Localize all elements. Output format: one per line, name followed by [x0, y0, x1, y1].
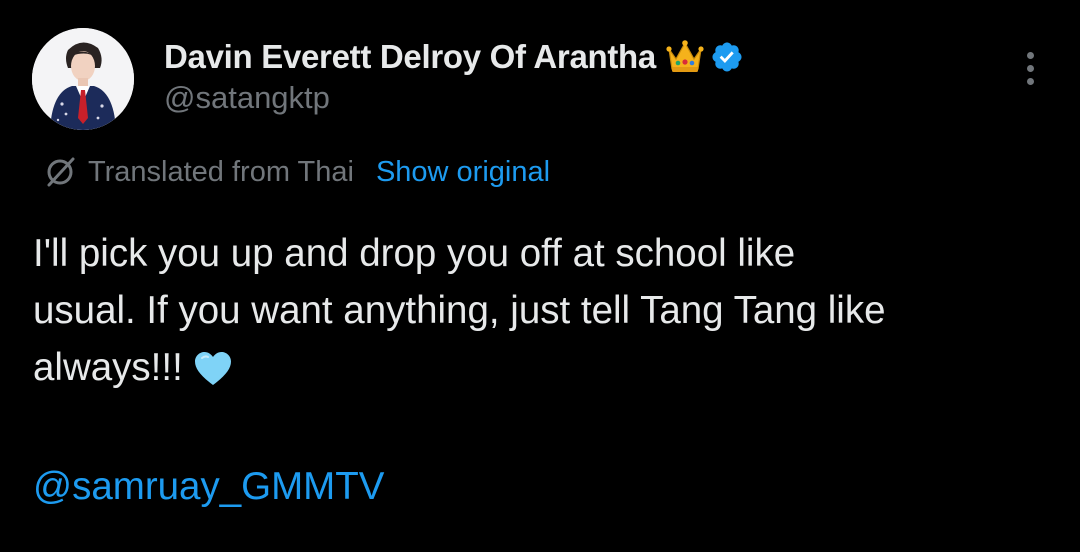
translated-from-label: Translated from Thai [88, 155, 354, 188]
mention-link[interactable]: @samruay_GMMTV [33, 458, 384, 515]
show-original-link[interactable]: Show original [376, 156, 550, 189]
tweet-text-line-last: always!!! [33, 339, 1053, 396]
more-vertical-icon [1026, 51, 1034, 59]
tweet-text-line: I'll pick you up and drop you off at sch… [33, 232, 796, 275]
tweet-card: Davin Everett Delroy Of Arantha @satangk… [0, 0, 1080, 552]
light-blue-heart-icon [193, 347, 233, 385]
avatar[interactable] [32, 28, 134, 130]
tweet-text-line: usual. If you want anything, just tell T… [33, 289, 886, 332]
more-vertical-icon [1026, 77, 1034, 85]
translation-bar: Translated from Thai Show original [44, 152, 550, 192]
verified-badge-icon[interactable] [710, 40, 744, 74]
tweet-body: I'll pick you up and drop you off at sch… [33, 225, 1053, 396]
author-name-row[interactable]: Davin Everett Delroy Of Arantha [164, 34, 744, 80]
crown-emoji-icon [666, 39, 704, 75]
tweet-text-segment: always!!! [33, 346, 183, 389]
more-vertical-icon [1026, 64, 1034, 72]
author-display-name[interactable]: Davin Everett Delroy Of Arantha [164, 38, 656, 76]
more-options-button[interactable] [1012, 48, 1048, 88]
translate-icon [44, 156, 76, 188]
author-handle[interactable]: @satangktp [164, 80, 330, 116]
